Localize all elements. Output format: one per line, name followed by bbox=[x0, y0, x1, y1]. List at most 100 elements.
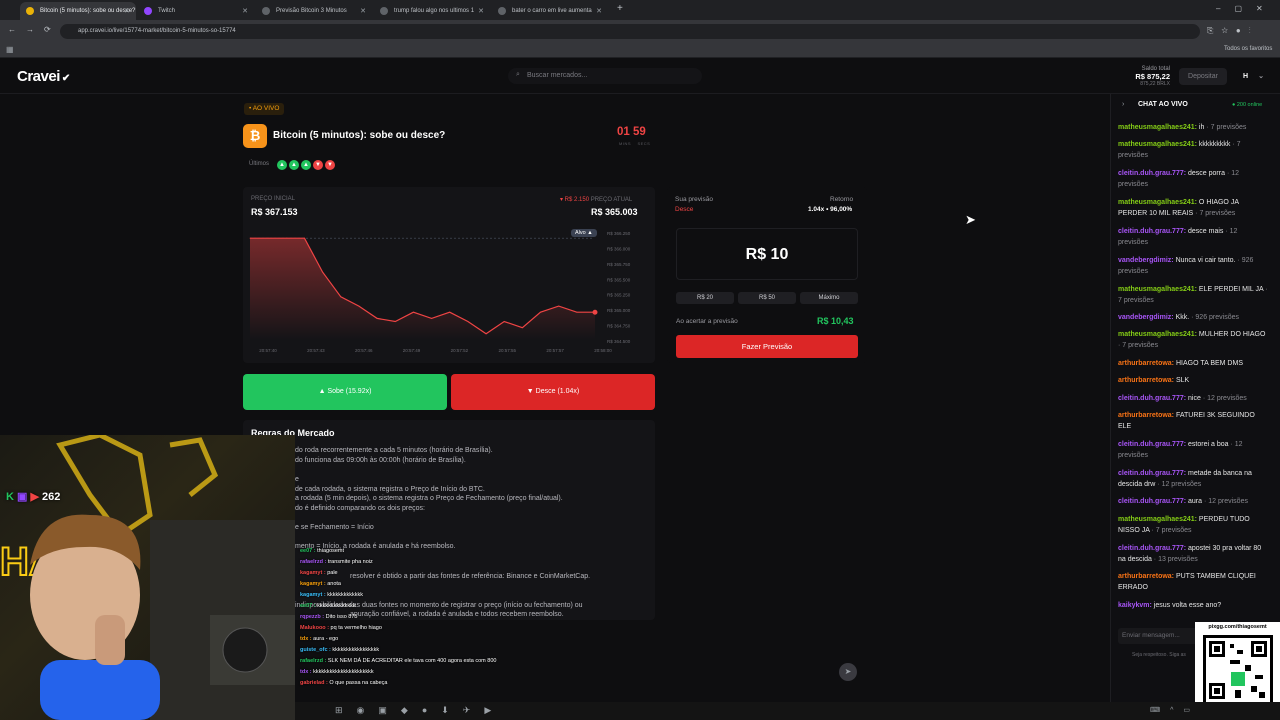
close-tab-icon[interactable]: ✕ bbox=[124, 7, 130, 15]
chat-username[interactable]: arthurbarretowa: bbox=[1118, 573, 1174, 580]
chat-message: arthurbarretowa: SLK bbox=[1118, 375, 1268, 386]
chat-meta: · 926 previsões bbox=[1189, 314, 1239, 321]
chat-username[interactable]: matheusmagalhaes241: bbox=[1118, 516, 1197, 523]
price-point bbox=[322, 271, 324, 273]
tab-previsao[interactable]: Previsão Bitcoin 3 Minutos ✕ bbox=[256, 2, 372, 20]
chat-message: cleitin.duh.grau.777: nice · 12 previsõe… bbox=[1118, 393, 1268, 404]
submit-prediction-button[interactable]: Fazer Previsão bbox=[676, 335, 858, 358]
chat-username[interactable]: arthurbarretowa: bbox=[1118, 412, 1174, 419]
tab-bater-carro[interactable]: bater o carro em live aumenta ✕ bbox=[492, 2, 608, 20]
chat-username[interactable]: arthurbarretowa: bbox=[1118, 377, 1174, 384]
y-tick-label: R$ 366.250 bbox=[607, 231, 631, 236]
quick-amount-50[interactable]: R$ 50 bbox=[738, 292, 796, 304]
window-controls[interactable]: –▢✕ bbox=[1216, 4, 1277, 13]
stream-chat-line: tdx : kkkkkkkkkkkkkkkkkkkkkk bbox=[300, 669, 374, 675]
chat-username[interactable]: cleitin.duh.grau.777: bbox=[1118, 441, 1186, 448]
close-tab-icon[interactable]: ✕ bbox=[596, 7, 602, 15]
chat-meta: · 7 previsões bbox=[1149, 527, 1192, 534]
amount-input[interactable]: R$ 10 bbox=[676, 228, 858, 280]
tab-trump[interactable]: trump falou algo nos ultimos 1 ✕ bbox=[374, 2, 490, 20]
y-tick-label: R$ 365.000 bbox=[607, 308, 631, 313]
stream-chat-line: ee07 : thiagosemt bbox=[300, 548, 344, 554]
stream-chat-overlay: ee07 : thiagosemt rafaelrzd : transmite p… bbox=[296, 535, 536, 720]
stream-chat-line: gabrielad : O que passa na cabeça bbox=[300, 680, 387, 686]
chat-meta: · 12 previsões bbox=[1155, 481, 1202, 488]
new-tab-button[interactable]: + bbox=[617, 3, 623, 14]
kick-icon: K bbox=[6, 491, 14, 503]
price-point bbox=[558, 305, 560, 307]
url-field[interactable]: app.cravei.io/live/15774-market/bitcoin-… bbox=[60, 24, 1200, 39]
send-icon[interactable]: ➤ bbox=[839, 663, 857, 681]
chat-message: arthurbarretowa: FATUREI 3K SEGUINDO ELE bbox=[1118, 410, 1268, 432]
quick-amount-max[interactable]: Máximo bbox=[800, 292, 858, 304]
chat-username[interactable]: vandebergdimiz: bbox=[1118, 314, 1174, 321]
apps-grid-icon[interactable]: ▦ bbox=[6, 45, 14, 54]
webcam-scene: HAU bbox=[0, 435, 295, 720]
chat-username[interactable]: vandebergdimiz: bbox=[1118, 257, 1174, 264]
globe-favicon-icon bbox=[262, 7, 270, 15]
all-bookmarks[interactable]: Todos os favoritos bbox=[1224, 46, 1272, 52]
chat-meta: · 7 previsões bbox=[1118, 342, 1159, 349]
down-button[interactable]: ▼ Desce (1.04x) bbox=[451, 374, 655, 410]
quick-amount-20[interactable]: R$ 20 bbox=[676, 292, 734, 304]
stream-chat-line: guiste_ofc : kkkkkkkkkkkkkkkkk bbox=[300, 647, 379, 653]
stream-chat-line: kagamyt : pale bbox=[300, 570, 338, 576]
tab-bitcoin[interactable]: Bitcoin (5 minutos): sobe ou desce? ✕ bbox=[20, 2, 136, 20]
tab-twitch[interactable]: Twitch ✕ bbox=[138, 2, 254, 20]
close-tab-icon[interactable]: ✕ bbox=[242, 7, 248, 15]
price-point bbox=[285, 237, 287, 239]
triangle-up-icon: ▲ bbox=[318, 388, 326, 395]
chat-username[interactable]: matheusmagalhaes241: bbox=[1118, 141, 1197, 148]
taskbar-app-icons[interactable]: ⊞◉▣◆●⬇✈▶ bbox=[335, 705, 505, 716]
user-menu[interactable]: H ⌄ bbox=[1243, 72, 1264, 80]
qr-label: pixgg.com/thiagosemt bbox=[1208, 624, 1267, 630]
price-point bbox=[576, 311, 578, 313]
chat-username[interactable]: matheusmagalhaes241: bbox=[1118, 199, 1197, 206]
cravei-logo[interactable]: Cravei ✔ bbox=[17, 68, 70, 85]
balance-sub: 875,22 BRLX bbox=[1140, 81, 1170, 87]
price-line-chart: R$ 366.250 R$ 366.000 R$ 365.750 R$ 365.500… bbox=[249, 231, 631, 353]
browser-extension-icons[interactable]: ⎘☆●⋮ bbox=[1207, 26, 1259, 36]
stream-chat-text: transmite pha noiz bbox=[326, 559, 373, 565]
chat-username[interactable]: matheusmagalhaes241: bbox=[1118, 286, 1197, 293]
chevron-down-icon: ⌄ bbox=[1258, 73, 1264, 80]
up-button[interactable]: ▲ Sobe (15.92x) bbox=[243, 374, 447, 410]
chat-username[interactable]: cleitin.duh.grau.777: bbox=[1118, 170, 1186, 177]
chat-username[interactable]: kaikykvm: bbox=[1118, 602, 1152, 609]
return-label: Retorno bbox=[830, 196, 854, 203]
deposit-button[interactable]: Depositar bbox=[1179, 68, 1227, 85]
viewer-count: K ▣ ▶ 262 bbox=[6, 491, 61, 503]
prediction-label: Sua previsão bbox=[675, 196, 713, 203]
search-icon: ⌕ bbox=[516, 71, 520, 78]
search-input[interactable]: ⌕ Buscar mercados... bbox=[508, 68, 702, 84]
history-up-icon: ▲ bbox=[289, 160, 299, 170]
chat-username[interactable]: cleitin.duh.grau.777: bbox=[1118, 395, 1186, 402]
chat-meta: · 12 previsões bbox=[1202, 498, 1248, 505]
chat-username[interactable]: matheusmagalhaes241: bbox=[1118, 331, 1197, 338]
chat-username[interactable]: matheusmagalhaes241: bbox=[1118, 124, 1197, 131]
stream-chat-user: tdx : bbox=[300, 636, 312, 642]
close-tab-icon[interactable]: ✕ bbox=[360, 7, 366, 15]
chat-username[interactable]: cleitin.duh.grau.777: bbox=[1118, 498, 1186, 505]
price-point bbox=[485, 333, 487, 335]
chat-username[interactable]: cleitin.duh.grau.777: bbox=[1118, 470, 1186, 477]
bitcoin-icon: ₿ bbox=[243, 124, 267, 148]
y-tick-label: R$ 365.250 bbox=[607, 293, 631, 298]
chat-message: kaikykvm: jesus volta esse ano? bbox=[1118, 600, 1268, 611]
collapse-chat-icon[interactable]: › bbox=[1122, 101, 1124, 108]
streamer-webcam: HAU K ▣ ▶ 262 bbox=[0, 435, 295, 720]
price-start-label: PREÇO INICIAL bbox=[251, 196, 296, 202]
system-tray-icons[interactable]: ⌨^▭ bbox=[1150, 706, 1200, 714]
stream-chat-user: Malukooo : bbox=[300, 625, 330, 631]
chat-username[interactable]: cleitin.duh.grau.777: bbox=[1118, 228, 1186, 235]
history-up-icon: ▲ bbox=[277, 160, 287, 170]
x-tick-label: 20:58:00 bbox=[594, 348, 612, 353]
chat-message: cleitin.duh.grau.777: metade da banca na… bbox=[1118, 468, 1268, 490]
chat-username[interactable]: arthurbarretowa: bbox=[1118, 360, 1174, 367]
nav-buttons[interactable]: ←→⟳ bbox=[8, 25, 61, 34]
stream-chat-text: SLK NEM DÁ DE ACREDITAR ele tava com 400… bbox=[326, 658, 497, 664]
stream-chat-user: kagamyt : bbox=[300, 592, 326, 598]
chat-username[interactable]: cleitin.duh.grau.777: bbox=[1118, 545, 1186, 552]
bookmarks-bar: ▦ Todos os favoritos bbox=[0, 42, 1280, 58]
close-tab-icon[interactable]: ✕ bbox=[478, 7, 484, 15]
